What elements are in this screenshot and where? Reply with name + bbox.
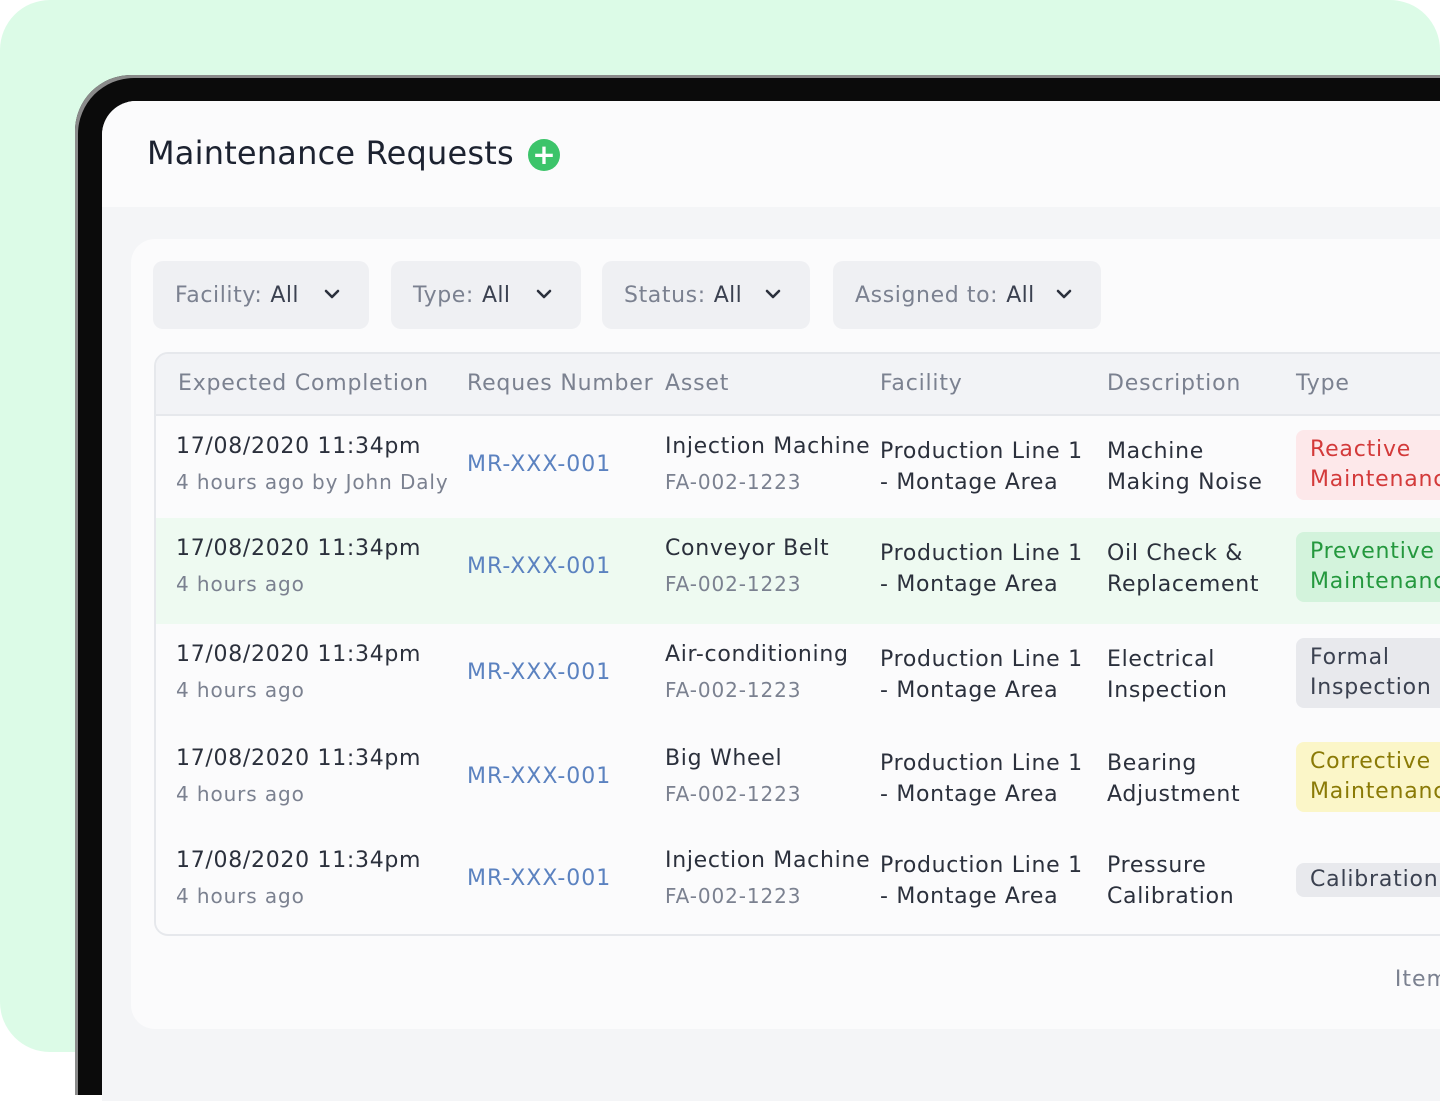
facility-name: Production Line 1 — [880, 647, 1083, 672]
expected-completion-meta: 4 hours ago by John Daly — [176, 470, 449, 494]
table-row[interactable]: 17/08/2020 11:34pm 4 hours ago MR-XXX-001 B… — [156, 728, 1440, 832]
description-line: Pressure — [1107, 853, 1207, 878]
description-line: Electrical — [1107, 647, 1216, 672]
chevron-down-icon — [765, 289, 781, 299]
column-header-expected-completion[interactable]: Expected Completion — [178, 371, 429, 396]
chevron-down-icon — [324, 289, 340, 299]
expected-completion-date: 17/08/2020 11:34pm — [176, 746, 422, 771]
table-row[interactable]: 17/08/2020 11:34pm 4 hours ago MR-XXX-001 C… — [156, 518, 1440, 626]
description-line: Adjustment — [1107, 782, 1241, 807]
filter-status[interactable]: Status: All — [602, 261, 810, 329]
expected-completion-date: 17/08/2020 11:34pm — [176, 434, 422, 459]
type-badge-line: Maintenance — [1310, 569, 1440, 594]
top-bar: Maintenance Requests + — [102, 101, 1440, 207]
description-line: Machine — [1107, 439, 1204, 464]
expected-completion-date: 17/08/2020 11:34pm — [176, 642, 422, 667]
plus-circle-icon: + — [532, 138, 556, 171]
type-badge: Calibration — [1296, 863, 1440, 897]
type-badge: Corrective Maintenance — [1296, 742, 1440, 812]
requests-card: Facility: All Type: All Status: All Assi… — [131, 239, 1440, 1029]
facility-area: - Montage Area — [880, 782, 1059, 807]
table-row[interactable]: 17/08/2020 11:34pm 4 hours ago MR-XXX-001 A… — [156, 624, 1440, 730]
asset-name: Conveyor Belt — [665, 536, 830, 561]
type-badge: Formal Inspection — [1296, 638, 1440, 708]
expected-completion-date: 17/08/2020 11:34pm — [176, 848, 422, 873]
request-number-link[interactable]: MR-XXX-001 — [467, 452, 611, 477]
filter-value: All — [713, 282, 743, 308]
asset-name: Injection Machine — [665, 434, 871, 459]
chevron-down-icon — [1056, 289, 1072, 299]
table-row[interactable]: 17/08/2020 11:34pm 4 hours ago by John Da… — [156, 416, 1440, 520]
type-badge-line: Corrective — [1310, 749, 1431, 774]
type-badge-line: Formal — [1310, 645, 1390, 670]
type-badge: Preventive Maintenance — [1296, 532, 1440, 602]
expected-completion-meta: 4 hours ago — [176, 572, 305, 596]
type-badge-line: Reactive — [1310, 437, 1412, 462]
type-badge: Reactive Maintenance — [1296, 430, 1440, 500]
asset-code: FA-002-1223 — [665, 884, 802, 908]
asset-name: Air-conditioning — [665, 642, 849, 667]
filter-value: All — [270, 282, 299, 308]
filter-label: Assigned to: — [855, 282, 999, 308]
facility-area: - Montage Area — [880, 678, 1059, 703]
request-number-link[interactable]: MR-XXX-001 — [467, 554, 611, 579]
type-badge-line: Maintenance — [1310, 467, 1440, 492]
add-request-button[interactable]: + — [528, 139, 560, 171]
type-badge-line: Preventive — [1310, 539, 1435, 564]
request-number-link[interactable]: MR-XXX-001 — [467, 866, 611, 891]
filter-label: Status: — [624, 282, 706, 308]
description-line: Making Noise — [1107, 470, 1263, 495]
description-line: Inspection — [1107, 678, 1228, 703]
facility-area: - Montage Area — [880, 572, 1059, 597]
type-badge-line: Maintenance — [1310, 779, 1440, 804]
facility-area: - Montage Area — [880, 470, 1059, 495]
asset-code: FA-002-1223 — [665, 572, 802, 596]
expected-completion-meta: 4 hours ago — [176, 782, 305, 806]
column-header-request-number[interactable]: Reques Number — [467, 371, 654, 396]
filter-type[interactable]: Type: All — [391, 261, 581, 329]
request-number-link[interactable]: MR-XXX-001 — [467, 660, 611, 685]
column-header-description[interactable]: Description — [1107, 371, 1241, 396]
table-header: Expected Completion Reques Number Asset … — [156, 354, 1440, 416]
description-line: Oil Check & — [1107, 541, 1244, 566]
description-line: Bearing — [1107, 751, 1198, 776]
page-title: Maintenance Requests — [147, 134, 514, 172]
items-per-page-label: Items per — [1394, 967, 1440, 992]
description-line: Replacement — [1107, 572, 1260, 597]
column-header-asset[interactable]: Asset — [665, 371, 729, 396]
filter-facility[interactable]: Facility: All — [153, 261, 369, 329]
filter-assigned-to[interactable]: Assigned to: All — [833, 261, 1101, 329]
expected-completion-meta: 4 hours ago — [176, 884, 305, 908]
filter-value: All — [481, 282, 511, 308]
facility-name: Production Line 1 — [880, 439, 1083, 464]
asset-name: Injection Machine — [665, 848, 871, 873]
asset-code: FA-002-1223 — [665, 782, 802, 806]
filter-label: Type: — [413, 282, 474, 308]
asset-name: Big Wheel — [665, 746, 783, 771]
column-header-type[interactable]: Type — [1296, 371, 1350, 396]
asset-code: FA-002-1223 — [665, 678, 802, 702]
type-badge-line: Calibration — [1310, 867, 1439, 892]
type-badge-line: Inspection — [1310, 675, 1432, 700]
asset-code: FA-002-1223 — [665, 470, 802, 494]
chevron-down-icon — [536, 289, 552, 299]
facility-name: Production Line 1 — [880, 853, 1083, 878]
filter-value: All — [1006, 282, 1035, 308]
column-header-facility[interactable]: Facility — [880, 371, 963, 396]
app-screen: Maintenance Requests + Facility: All Typ… — [102, 101, 1440, 1101]
description-line: Calibration — [1107, 884, 1235, 909]
table-row[interactable]: 17/08/2020 11:34pm 4 hours ago MR-XXX-001 I… — [156, 830, 1440, 932]
filter-label: Facility: — [175, 282, 263, 308]
request-number-link[interactable]: MR-XXX-001 — [467, 764, 611, 789]
facility-area: - Montage Area — [880, 884, 1059, 909]
facility-name: Production Line 1 — [880, 541, 1083, 566]
facility-name: Production Line 1 — [880, 751, 1083, 776]
expected-completion-meta: 4 hours ago — [176, 678, 305, 702]
expected-completion-date: 17/08/2020 11:34pm — [176, 536, 422, 561]
requests-table: Expected Completion Reques Number Asset … — [154, 352, 1440, 936]
